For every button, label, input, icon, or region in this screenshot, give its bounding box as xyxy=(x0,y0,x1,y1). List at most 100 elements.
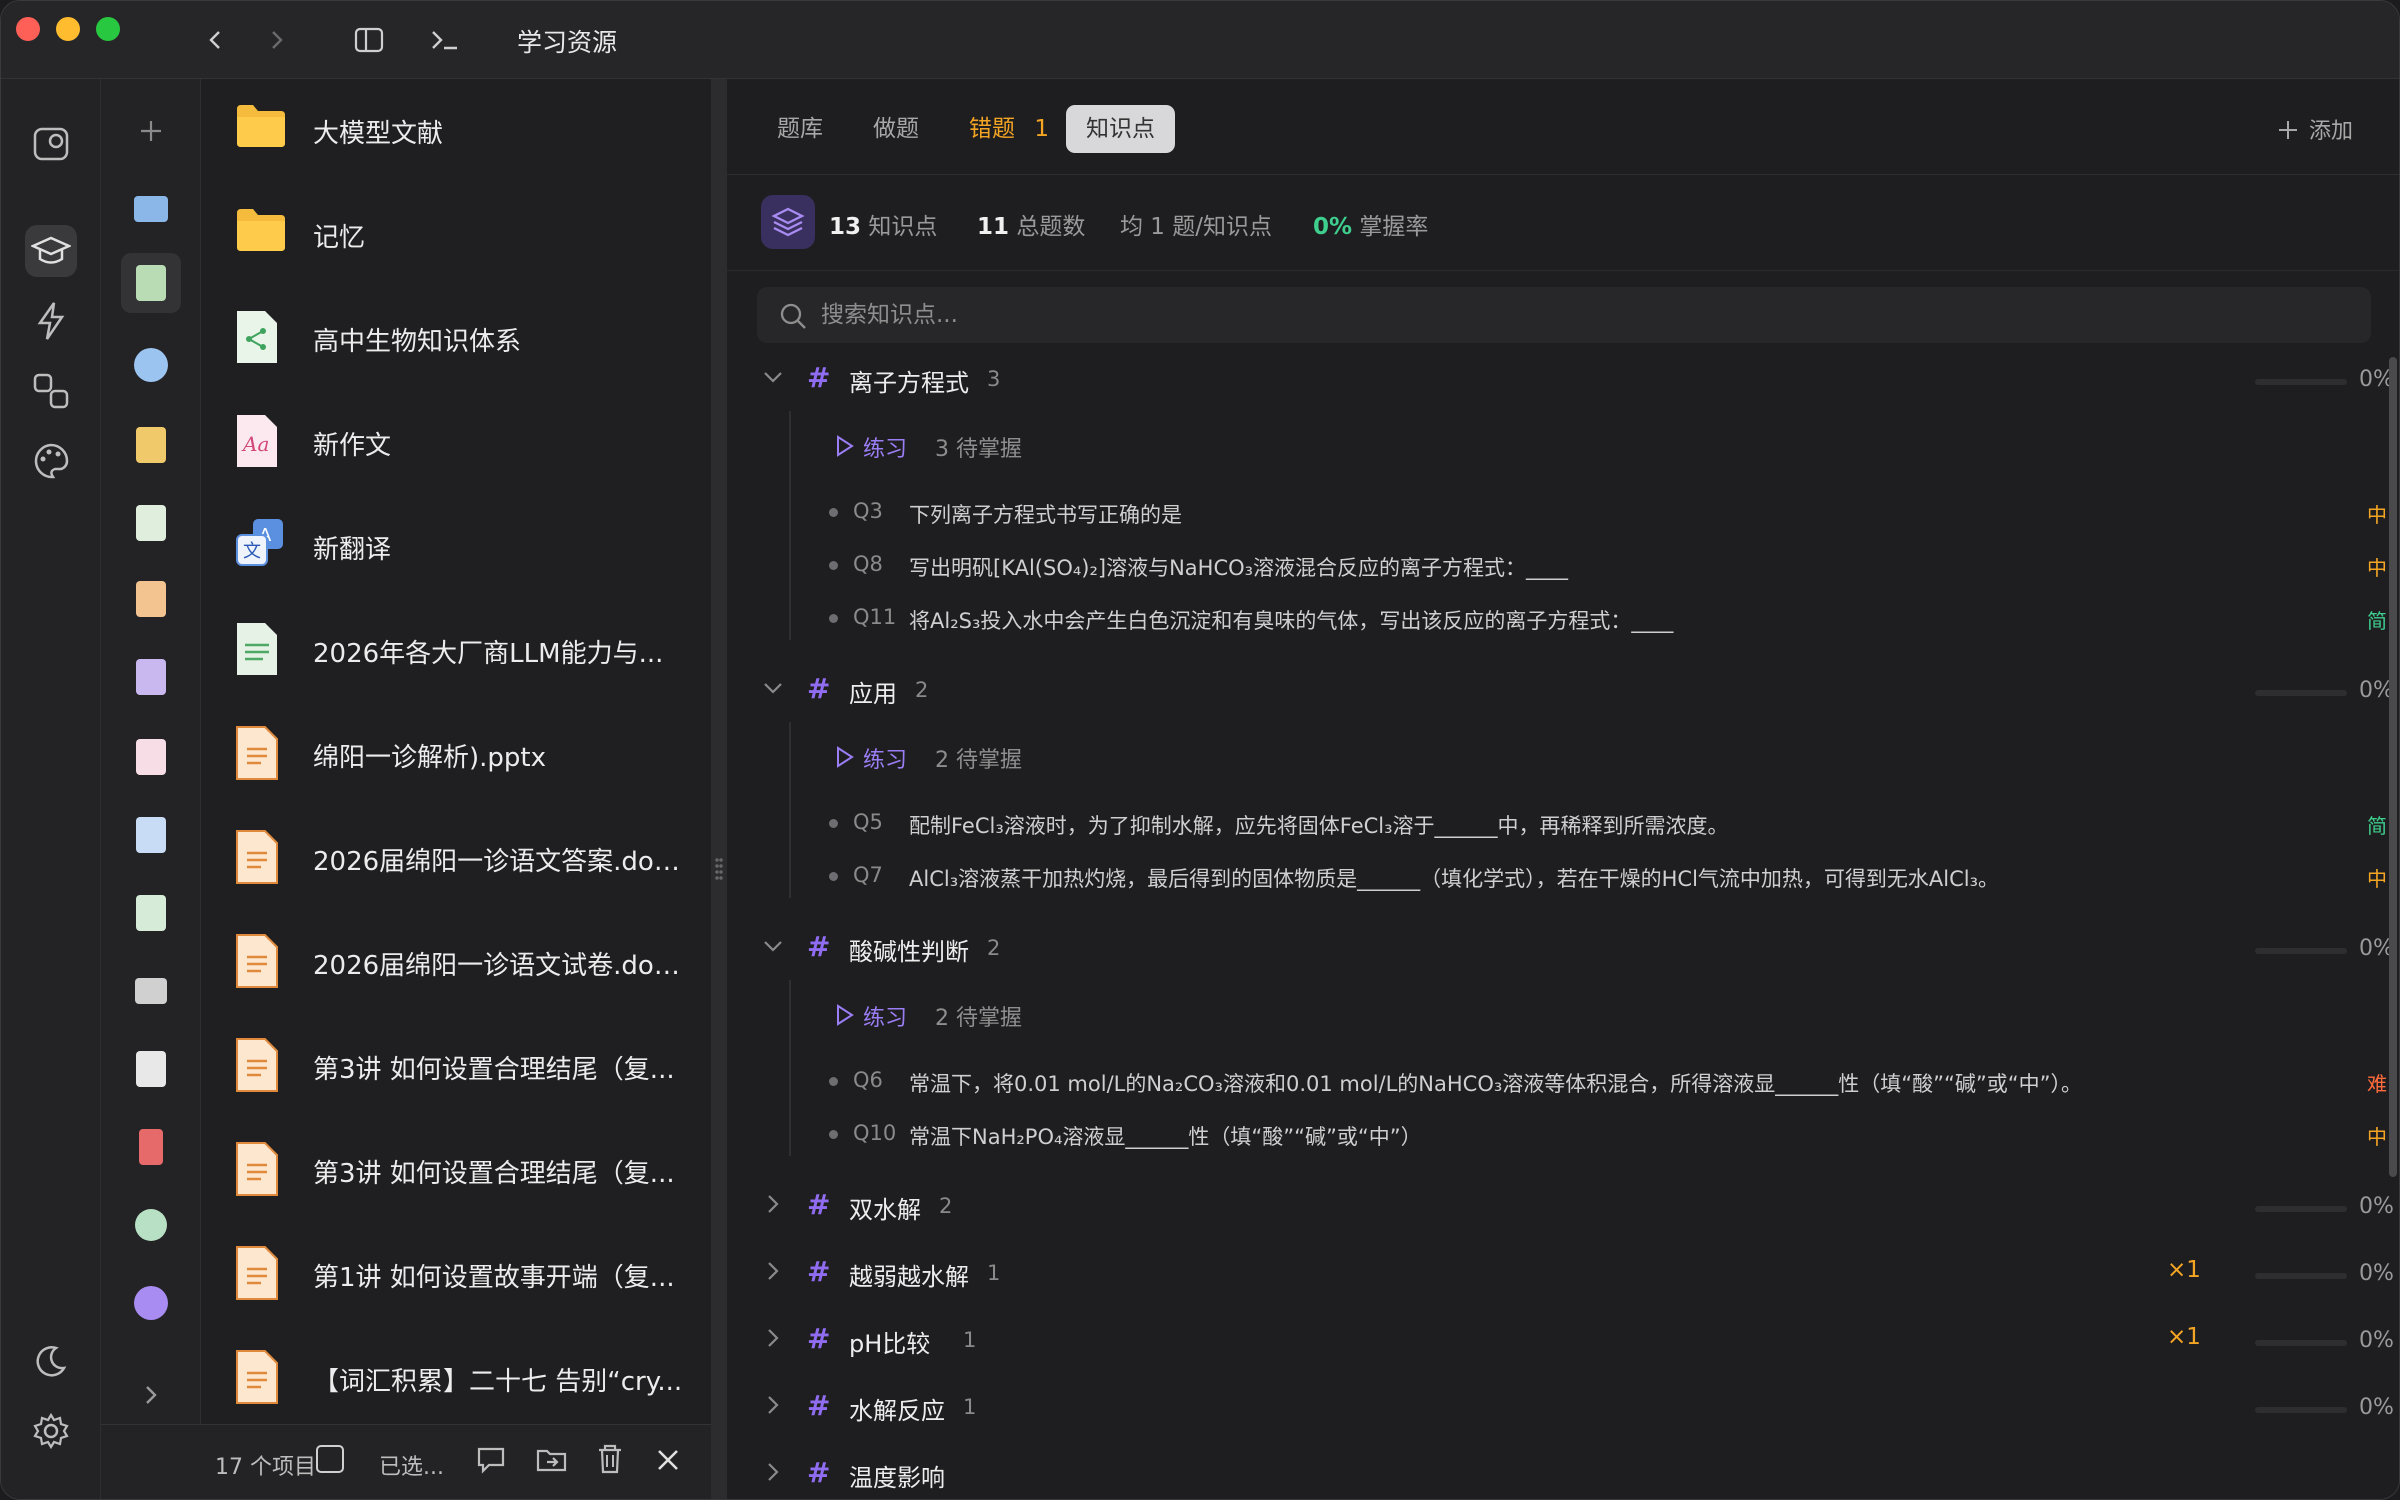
orange-doc-icon[interactable] xyxy=(121,569,181,629)
chevron-right-icon[interactable] xyxy=(761,1192,785,1216)
layers-icon xyxy=(761,195,815,249)
question-id: Q11 xyxy=(853,605,897,629)
tab-knowledge-points[interactable]: 知识点 xyxy=(1066,105,1175,153)
lightning-icon[interactable] xyxy=(25,295,77,347)
close-window-button[interactable] xyxy=(16,17,40,41)
question-row[interactable]: Q8 写出明矾[KAl(SO₄)₂]溶液与NaHCO₃溶液混合反应的离子方程式：_… xyxy=(827,540,2387,590)
chevron-right-icon[interactable] xyxy=(761,1393,785,1417)
translate-doc-icon[interactable] xyxy=(121,805,181,865)
knowledge-section-header[interactable]: # 越弱越水解 1 ×1 0% xyxy=(727,1243,2399,1307)
search-input[interactable] xyxy=(821,287,2321,343)
add-button[interactable]: 添加 xyxy=(2277,113,2353,145)
practice-button[interactable]: 练习 xyxy=(863,1000,907,1032)
knowledge-section-header[interactable]: # 水解反应 1 0% xyxy=(727,1377,2399,1441)
clock-icon[interactable] xyxy=(121,335,181,395)
question-row[interactable]: Q3 下列离子方程式书写正确的是 中 xyxy=(827,487,2387,537)
mindmap-doc-icon[interactable] xyxy=(121,883,181,943)
text-doc-icon[interactable] xyxy=(121,493,181,553)
knowledge-section-header[interactable]: # 离子方程式 3 0% xyxy=(727,349,2399,413)
trash-icon[interactable] xyxy=(595,1443,625,1481)
question-row[interactable]: Q5 配制FeCl₃溶液时，为了抑制水解，应先将固体FeCl₃溶于______中，… xyxy=(827,798,2387,848)
essay-icon: Aa xyxy=(235,413,287,473)
question-row[interactable]: Q6 常温下，将0.01 mol/L的Na₂CO₃溶液和0.01 mol/L的Na… xyxy=(827,1056,2387,1106)
presentation-icon[interactable] xyxy=(121,179,181,239)
file-row[interactable]: 记忆 xyxy=(201,183,711,287)
question-row[interactable]: Q7 AlCl₃溶液蒸干加热灼烧，最后得到的固体物质是______（填化学式），若… xyxy=(827,851,2387,901)
knowledge-section-header[interactable]: # 酸碱性判断 2 0% xyxy=(727,918,2399,982)
tab-question-bank[interactable]: 题库 xyxy=(757,105,843,153)
star-doc-icon[interactable] xyxy=(121,415,181,475)
file-row[interactable]: 第3讲 如何设置合理结尾（复... xyxy=(201,1015,711,1119)
knowledge-section-header[interactable]: # 应用 2 0% xyxy=(727,660,2399,724)
question-text: 常温下，将0.01 mol/L的Na₂CO₃溶液和0.01 mol/L的NaHC… xyxy=(909,1072,2083,1096)
chevron-down-icon[interactable] xyxy=(761,934,785,958)
select-all-checkbox[interactable] xyxy=(316,1445,344,1473)
font-doc-icon[interactable] xyxy=(121,727,181,787)
file-row[interactable]: 2026年各大厂商LLM能力与... xyxy=(201,599,711,703)
notes-icon[interactable] xyxy=(25,117,77,169)
moon-icon[interactable] xyxy=(25,1335,77,1387)
knowledge-section-header[interactable]: # 双水解 2 0% xyxy=(727,1176,2399,1240)
graph-icon[interactable] xyxy=(121,1273,181,1333)
section-percent: 0% xyxy=(2359,1328,2394,1353)
minimize-window-button[interactable] xyxy=(56,17,80,41)
chevron-right-icon[interactable] xyxy=(761,1460,785,1484)
comment-icon[interactable] xyxy=(475,1445,507,1481)
tab-errors[interactable]: 错题 1 xyxy=(949,105,1069,153)
move-folder-icon[interactable] xyxy=(535,1445,569,1481)
trash-red-icon[interactable] xyxy=(121,1117,181,1177)
file-row[interactable]: 第1讲 如何设置故事开端（复... xyxy=(201,1223,711,1327)
gear-icon[interactable] xyxy=(25,1405,77,1457)
search-bar[interactable] xyxy=(757,287,2371,343)
back-arrow-icon[interactable] xyxy=(196,21,236,59)
practice-button[interactable]: 练习 xyxy=(863,431,907,463)
graduation-cap-icon[interactable] xyxy=(25,225,77,277)
file-row[interactable]: Aa 新作文 xyxy=(201,391,711,495)
play-icon[interactable] xyxy=(835,1004,855,1026)
forward-arrow-icon[interactable] xyxy=(256,21,296,59)
play-icon[interactable] xyxy=(835,746,855,768)
difficulty-badge: 中 xyxy=(2367,556,2387,580)
add-icon[interactable] xyxy=(121,101,181,161)
close-icon[interactable] xyxy=(655,1447,681,1479)
chevron-down-icon[interactable] xyxy=(761,676,785,700)
file-row[interactable]: 高中生物知识体系 xyxy=(201,287,711,391)
file-row[interactable]: 大模型文献 xyxy=(201,79,711,183)
file-row[interactable]: 2026届绵阳一诊语文答案.docx xyxy=(201,807,711,911)
progress-bar xyxy=(2255,690,2347,696)
file-type-column xyxy=(101,79,201,1499)
zoom-window-button[interactable] xyxy=(96,17,120,41)
question-row[interactable]: Q11 将Al₂S₃投入水中会产生白色沉淀和有臭味的气体，写出该反应的离子方程式：… xyxy=(827,593,2387,643)
palette-icon[interactable] xyxy=(25,435,77,487)
mindmap-icon xyxy=(235,309,287,369)
chevron-right-icon[interactable] xyxy=(761,1326,785,1350)
sidebar-toggle-icon[interactable] xyxy=(349,21,389,59)
scrollbar[interactable] xyxy=(2389,357,2397,1177)
swap-icon[interactable] xyxy=(25,365,77,417)
practice-button[interactable]: 练习 xyxy=(863,742,907,774)
file-row[interactable]: 绵阳一诊解析).pptx xyxy=(201,703,711,807)
list-doc-icon[interactable] xyxy=(121,647,181,707)
file-row[interactable]: 2026届绵阳一诊语文试卷.docx xyxy=(201,911,711,1015)
expand-chevron-icon[interactable] xyxy=(121,1365,181,1425)
progress-bar xyxy=(2255,948,2347,954)
file-row[interactable]: 【词汇积累】二十七 告别“cry... xyxy=(201,1327,711,1424)
document-green-icon[interactable] xyxy=(121,253,181,313)
database-icon[interactable] xyxy=(121,1195,181,1255)
play-icon[interactable] xyxy=(835,435,855,457)
image-icon[interactable] xyxy=(121,961,181,1021)
question-row[interactable]: Q10 常温下NaH₂PO₄溶液显______性（填“酸”“碱”或“中”） 中 xyxy=(827,1109,2387,1159)
knowledge-section-header[interactable]: # pH比较 1 ×1 0% xyxy=(727,1310,2399,1374)
chevron-down-icon[interactable] xyxy=(761,365,785,389)
hash-icon: # xyxy=(807,1188,831,1221)
blank-doc-icon[interactable] xyxy=(121,1039,181,1099)
tab-practice[interactable]: 做题 xyxy=(853,105,939,153)
file-row[interactable]: 第3讲 如何设置合理结尾（复... xyxy=(201,1119,711,1223)
file-row[interactable]: A文新翻译 xyxy=(201,495,711,599)
section-percent: 0% xyxy=(2359,1194,2394,1219)
bullet-dot xyxy=(829,508,838,517)
chevron-right-icon[interactable] xyxy=(761,1259,785,1283)
knowledge-section-header[interactable]: # 温度影响 xyxy=(727,1444,2399,1499)
panel-splitter[interactable] xyxy=(711,79,727,1499)
terminal-icon[interactable] xyxy=(425,21,465,59)
